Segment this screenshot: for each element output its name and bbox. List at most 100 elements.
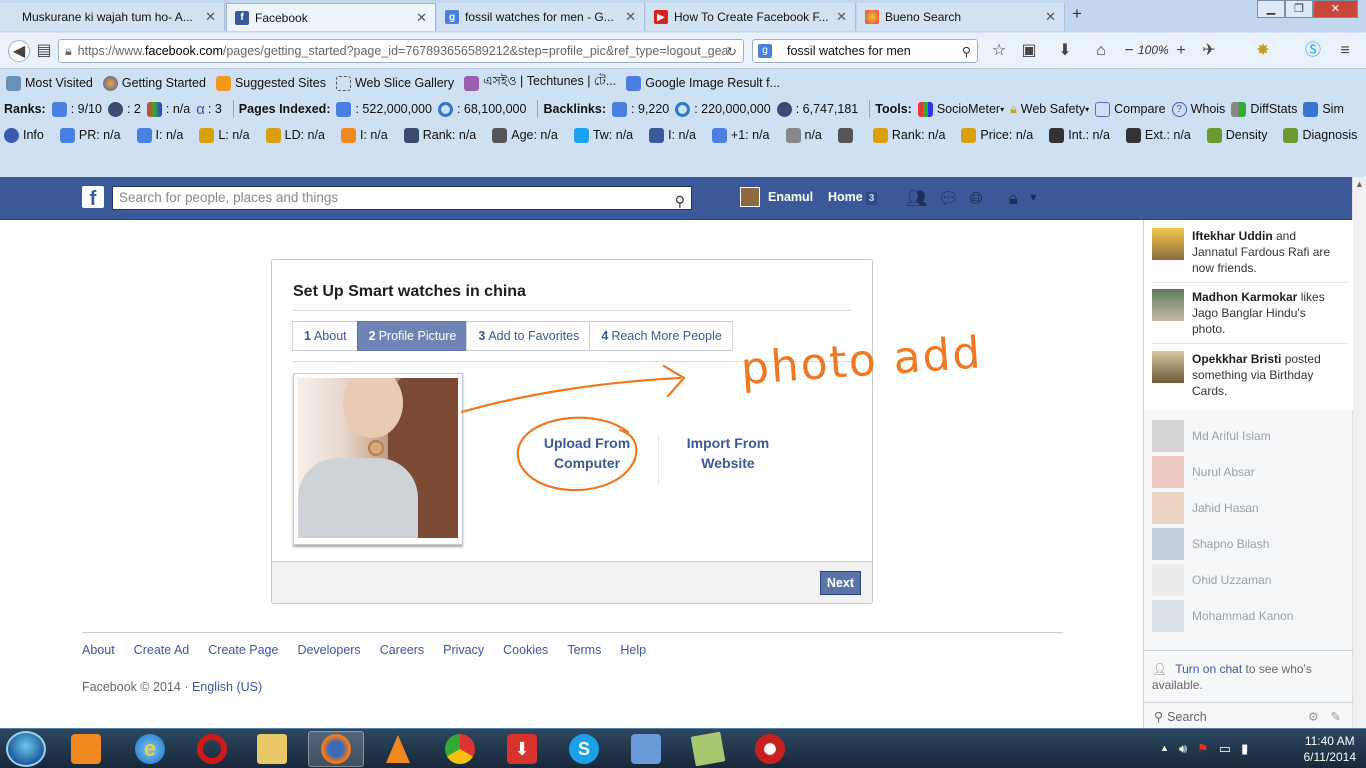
taskbar-chrome[interactable] <box>432 731 488 767</box>
footer-link-help[interactable]: Help <box>620 643 646 657</box>
seoquake-metric[interactable]: n/a <box>785 127 822 143</box>
seoquake-metric[interactable]: Age: n/a <box>492 127 558 143</box>
reload-icon[interactable]: ↻ <box>727 44 737 59</box>
back-icon[interactable]: ◀ <box>8 40 30 62</box>
bookmark-techtunes[interactable]: এসইও | Techtunes | টে... <box>464 73 616 93</box>
close-tab-icon[interactable]: ✕ <box>1045 9 1056 25</box>
page-scrollbar[interactable]: ▲ <box>1352 177 1366 728</box>
taskbar-internet-explorer[interactable]: e <box>122 731 178 767</box>
pages-indexed-bing[interactable]: : 68,100,000 <box>437 101 526 117</box>
footer-link-cookies[interactable]: Cookies <box>503 643 548 657</box>
search-icon[interactable]: ⚲ <box>962 44 971 59</box>
taskbar-downloader[interactable]: ⬇ <box>494 731 550 767</box>
skype-icon[interactable]: Ⓢ <box>1302 40 1324 62</box>
taskbar-opera[interactable] <box>184 731 240 767</box>
seoquake-metric[interactable]: PR: n/a <box>59 127 121 143</box>
tab-bueno[interactable]: Bueno Search ✕ <box>857 3 1065 31</box>
menu-icon[interactable]: ≡ <box>1334 40 1356 62</box>
chat-contact[interactable]: Md Ariful Islam <box>1152 420 1271 452</box>
rank-compete[interactable]: : n/a <box>146 101 190 117</box>
compose-icon[interactable]: ✎ <box>1331 709 1341 724</box>
bookmark-star-icon[interactable]: ☆ <box>988 40 1010 62</box>
step-add-to-favorites[interactable]: 3 Add to Favorites <box>466 321 591 351</box>
search-bar[interactable]: g fossil watches for men ⚲ <box>752 39 978 63</box>
facebook-logo[interactable]: f <box>82 186 104 210</box>
taskbar-vlc[interactable] <box>370 731 426 767</box>
page-menu-icon[interactable]: ▤ <box>33 40 55 62</box>
search-icon[interactable]: ⚲ <box>675 190 685 212</box>
import-from-website-link[interactable]: Import From Website <box>668 433 788 473</box>
chat-search-input[interactable]: ⚲ Search ⚙ ✎ <box>1144 702 1353 728</box>
zoom-in-icon[interactable]: + <box>1170 40 1192 62</box>
seoquake-metric[interactable]: I: n/a <box>136 127 183 143</box>
scroll-up-icon[interactable]: ▲ <box>1353 177 1366 191</box>
close-tab-icon[interactable]: ✕ <box>205 9 216 25</box>
seoquake-metric[interactable]: Rank: n/a <box>403 127 476 143</box>
chat-contact[interactable]: Jahid Hasan <box>1152 492 1259 524</box>
ticker-item[interactable]: Madhon Karmokar likes Jago Banglar Hindu'… <box>1152 289 1325 337</box>
seoquake-metric[interactable]: Info <box>4 127 44 143</box>
reading-list-icon[interactable]: ▣ <box>1018 40 1040 62</box>
backlinks-google[interactable]: : 9,220 <box>612 101 669 117</box>
maximize-icon[interactable]: ❐ <box>1285 0 1313 18</box>
compare-button[interactable]: Compare <box>1095 101 1166 117</box>
new-tab-icon[interactable]: + <box>1072 4 1082 24</box>
extension-icon[interactable]: ✈ <box>1198 40 1220 62</box>
flag-icon[interactable]: ⚑ <box>1197 741 1209 757</box>
taskbar-skype[interactable]: S <box>556 731 612 767</box>
gear-icon[interactable]: ⚙ <box>1308 709 1319 724</box>
home-link[interactable]: Home 3 <box>828 190 878 205</box>
backlinks-bing[interactable]: : 220,000,000 <box>675 101 771 117</box>
addon-gear-icon[interactable]: ✸ <box>1252 40 1274 62</box>
footer-link-terms[interactable]: Terms <box>567 643 601 657</box>
taskbar-media-grabber[interactable] <box>742 731 798 767</box>
bookmark-suggested-sites[interactable]: Suggested Sites <box>215 75 326 91</box>
seoquake-metric[interactable]: Density <box>1206 127 1267 143</box>
footer-link-privacy[interactable]: Privacy <box>443 643 484 657</box>
next-button[interactable]: Next <box>819 571 861 595</box>
chevron-down-icon[interactable]: ▼ <box>1028 192 1039 209</box>
taskbar-notes[interactable] <box>680 731 736 767</box>
volume-icon[interactable]: 🔊︎ <box>1179 741 1187 757</box>
seoquake-metric[interactable]: Int.: n/a <box>1049 127 1110 143</box>
seoquake-metric[interactable]: Price: n/a <box>961 127 1033 143</box>
tab-facebook[interactable]: f Facebook ✕ <box>226 3 436 31</box>
rank-alpha[interactable]: α: 3 <box>196 101 222 118</box>
network-icon[interactable]: ▮ <box>1241 741 1248 757</box>
taskbar-file-explorer[interactable] <box>244 731 300 767</box>
zoom-out-icon[interactable]: − <box>1118 40 1140 62</box>
tab-google-search[interactable]: g fossil watches for men - G... ✕ <box>437 3 645 31</box>
footer-link-about[interactable]: About <box>82 643 115 657</box>
sim-button[interactable]: Sim <box>1303 101 1344 117</box>
friend-requests-icon[interactable]: 👥︎ <box>906 189 928 209</box>
web-safety-button[interactable]: 🔒︎ Web Safety ▾ <box>1010 102 1089 117</box>
footer-link-create-page[interactable]: Create Page <box>208 643 278 657</box>
home-icon[interactable]: ⌂ <box>1090 40 1112 62</box>
taskbar-photo-app[interactable] <box>618 731 674 767</box>
turn-on-chat-link[interactable]: Turn on chat <box>1175 662 1242 676</box>
step-profile-picture[interactable]: 2 Profile Picture <box>356 321 468 351</box>
seoquake-metric[interactable]: I: n/a <box>649 127 696 143</box>
ticker-item[interactable]: Opekkhar Bristi posted something via Birt… <box>1152 351 1321 399</box>
seoquake-metric[interactable]: LD: n/a <box>265 127 325 143</box>
seoquake-metric[interactable] <box>837 127 857 143</box>
show-hidden-icons-icon[interactable]: ▲ <box>1160 743 1169 757</box>
close-window-icon[interactable]: ✕ <box>1313 0 1358 18</box>
ticker-item[interactable]: Iftekhar Uddin and Jannatul Fardous Rafi … <box>1152 228 1330 276</box>
profile-link[interactable]: Enamul <box>740 187 813 207</box>
close-tab-icon[interactable]: ✕ <box>836 9 847 25</box>
privacy-shortcuts-icon[interactable]: 🔒︎ <box>1009 189 1018 209</box>
whois-button[interactable]: ? Whois <box>1171 101 1225 117</box>
seoquake-metric[interactable]: Rank: n/a <box>872 127 945 143</box>
seoquake-metric[interactable]: I: n/a <box>340 127 388 143</box>
step-about[interactable]: 1 About <box>292 321 358 351</box>
seoquake-metric[interactable]: Diagnosis <box>1283 127 1357 143</box>
display-icon[interactable]: ▭ <box>1219 741 1231 757</box>
minimize-icon[interactable]: ▁ <box>1257 0 1285 18</box>
clock[interactable]: 11:40 AM 6/11/2014 <box>1304 733 1357 765</box>
sociometer-button[interactable]: SocioMeter ▾ <box>917 101 1004 117</box>
bookmark-most-visited[interactable]: Most Visited <box>6 75 93 91</box>
step-reach-more-people[interactable]: 4 Reach More People <box>589 321 733 351</box>
seoquake-metric[interactable]: +1: n/a <box>711 127 770 143</box>
close-tab-icon[interactable]: ✕ <box>625 9 636 25</box>
